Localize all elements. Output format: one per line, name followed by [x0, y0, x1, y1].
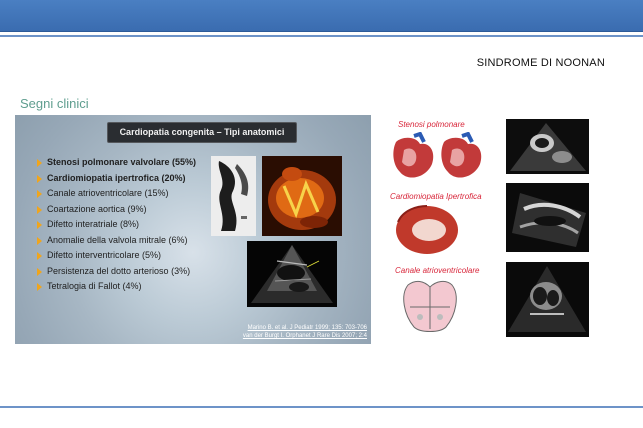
anomaly-item-text: Persistenza del dotto arterioso (3%) [47, 265, 191, 276]
bullet-icon [37, 205, 42, 214]
anomaly-item-text: Coartazione aortica (9%) [47, 203, 147, 214]
hypertrophic-cardiomyopathy-illustration [393, 202, 463, 257]
echocardiogram-2 [506, 183, 589, 252]
anomaly-item-text: Canale atrioventricolare (15%) [47, 188, 169, 198]
section-heading: Segni clinici [20, 96, 89, 111]
anomaly-list: Stenosi polmonare valvolare (55%) Cardiom… [37, 155, 196, 295]
bullet-icon [37, 190, 42, 198]
anomaly-item-text: Cardiomiopatia ipertrofica (20%) [47, 172, 186, 183]
anomaly-item: Canale atrioventricolare (15%) [37, 186, 196, 202]
bullet-icon [37, 221, 42, 229]
anomaly-item: Anomalie della valvola mitrale (6%) [37, 233, 196, 249]
anomaly-item-text: Stenosi polmonare valvolare (55%) [47, 157, 197, 167]
bullet-icon [37, 267, 42, 276]
panel-title: Cardiopatia congenita – Tipi anatomici [107, 122, 297, 143]
header-bar [0, 0, 643, 32]
anomaly-item-text: Tetralogia di Fallot (4%) [47, 281, 142, 291]
bullet-icon [37, 252, 42, 260]
av-canal-diagram [398, 277, 462, 337]
bullet-icon [37, 174, 42, 183]
hypertrophic-cardiomyopathy-label: Cardiomiopatia Ipertrofica [390, 192, 482, 201]
heart-specimen-image [262, 156, 342, 236]
anomaly-item: Tetralogia di Fallot (4%) [37, 279, 196, 295]
anomaly-item: Difetto interventricolare (5%) [37, 248, 196, 264]
anomaly-item-text: Anomalie della valvola mitrale (6%) [47, 234, 188, 245]
citation-line-2: van der Burgt I. Orphanet J Rare Dis 200… [242, 333, 367, 339]
echocardiogram-1 [506, 119, 589, 174]
anomaly-item: Cardiomiopatia ipertrofica (20%) [37, 171, 196, 187]
anomaly-item: Stenosi polmonare valvolare (55%) [37, 155, 196, 171]
anomaly-item-text: Difetto interventricolare (5%) [47, 250, 162, 260]
angiography-image [211, 156, 256, 236]
anomaly-item: Difetto interatriale (8%) [37, 217, 196, 233]
pulmonary-stenosis-heart-illustration [390, 132, 492, 184]
header-rule [0, 35, 643, 37]
anomaly-item: Coartazione aortica (9%) [37, 202, 196, 218]
citation: Marino B. et al. J Pediatr 1999; 135: 70… [241, 324, 367, 340]
echocardiogram-3 [506, 262, 589, 337]
bullet-icon [37, 283, 42, 291]
citation-line-1: Marino B. et al. J Pediatr 1999; 135: 70… [247, 325, 367, 331]
bullet-icon [37, 236, 42, 245]
deck-title: SINDROME DI NOONAN [476, 57, 605, 69]
av-canal-label: Canale atrioventricolare [395, 266, 480, 275]
anomaly-item: Persistenza del dotto arterioso (3%) [37, 264, 196, 280]
pulmonary-stenosis-label: Stenosi polmonare [398, 120, 465, 129]
anomaly-item-text: Difetto interatriale (8%) [47, 219, 140, 229]
bullet-icon [37, 159, 42, 167]
echocardiogram-image [247, 241, 337, 307]
footer-rule [0, 406, 643, 408]
embedded-slide-cardiopathy: Cardiopatia congenita – Tipi anatomici S… [15, 115, 371, 344]
